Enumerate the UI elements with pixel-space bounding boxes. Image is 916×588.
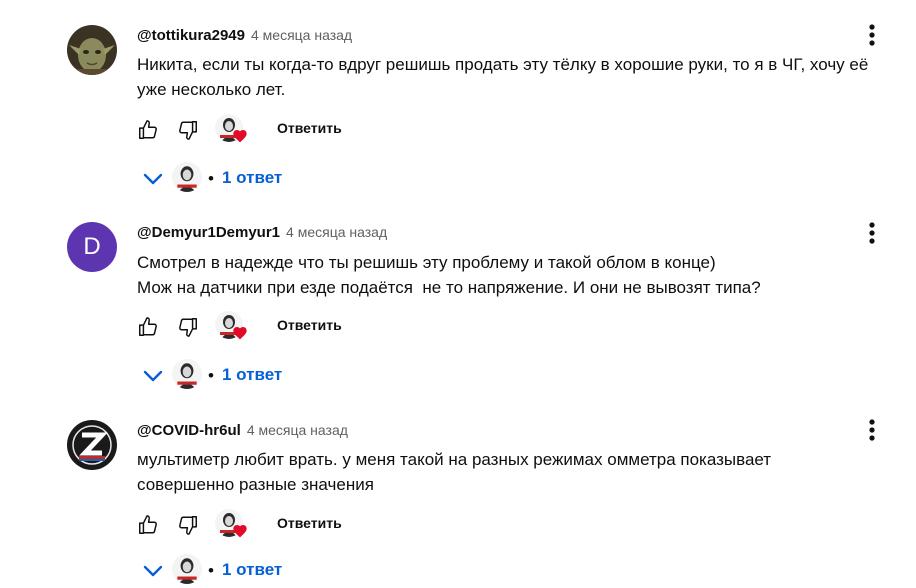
reply-button[interactable]: Ответить bbox=[277, 317, 342, 333]
author-name[interactable]: @Demyur1Demyur1 bbox=[137, 224, 280, 241]
more-actions-button[interactable] bbox=[859, 415, 885, 445]
thumb-up-icon[interactable] bbox=[137, 514, 159, 536]
comment-header: @COVID-hr6ul 4 месяца назад bbox=[137, 422, 348, 444]
more-actions-button[interactable] bbox=[859, 20, 885, 50]
creator-heart bbox=[215, 114, 249, 146]
more-actions-button[interactable] bbox=[859, 218, 885, 248]
replier-avatar bbox=[172, 359, 202, 389]
replies-count[interactable]: 1 ответ bbox=[222, 365, 282, 385]
replies-count[interactable]: 1 ответ bbox=[222, 560, 282, 580]
author-avatar[interactable] bbox=[67, 420, 117, 470]
z-logo-avatar-icon bbox=[67, 420, 117, 470]
comment-time[interactable]: 4 месяца назад bbox=[251, 27, 352, 43]
comment-text: Смотрел в надежде что ты решишь эту проб… bbox=[137, 253, 761, 297]
author-name[interactable]: @tottikura2949 bbox=[137, 27, 245, 44]
author-avatar[interactable]: D bbox=[67, 222, 117, 272]
creator-heart bbox=[215, 311, 249, 343]
reply-button[interactable]: Ответить bbox=[277, 515, 342, 531]
separator-dot: • bbox=[208, 169, 214, 188]
comment-text: Никита, если ты когда-то вдруг решишь пр… bbox=[137, 55, 869, 99]
replier-avatar bbox=[172, 554, 202, 584]
replier-avatar bbox=[172, 162, 202, 192]
creator-face-icon bbox=[172, 554, 202, 584]
comment-header: @Demyur1Demyur1 4 месяца назад bbox=[137, 224, 387, 246]
thumb-up-icon[interactable] bbox=[137, 119, 159, 141]
creator-heart bbox=[215, 509, 249, 541]
heart-icon bbox=[233, 525, 247, 538]
comment-header: @tottikura2949 4 месяца назад bbox=[137, 27, 352, 49]
author-avatar[interactable] bbox=[67, 25, 117, 75]
vertical-dots-icon bbox=[869, 24, 875, 46]
avatar-letter: D bbox=[83, 233, 101, 260]
thumb-down-icon[interactable] bbox=[177, 316, 199, 338]
comment-text: мультиметр любит врать. у меня такой на … bbox=[137, 450, 772, 494]
author-name[interactable]: @COVID-hr6ul bbox=[137, 422, 241, 439]
yoda-avatar-icon bbox=[67, 25, 117, 75]
reply-button[interactable]: Ответить bbox=[277, 120, 342, 136]
separator-dot: • bbox=[208, 561, 214, 580]
chevron-down-icon bbox=[143, 173, 163, 185]
thumb-down-icon[interactable] bbox=[177, 514, 199, 536]
creator-face-icon bbox=[172, 162, 202, 192]
vertical-dots-icon bbox=[869, 419, 875, 441]
separator-dot: • bbox=[208, 366, 214, 385]
chevron-down-icon bbox=[143, 565, 163, 577]
comment-time[interactable]: 4 месяца назад bbox=[286, 224, 387, 240]
comment-time[interactable]: 4 месяца назад bbox=[247, 422, 348, 438]
replies-count[interactable]: 1 ответ bbox=[222, 168, 282, 188]
thumb-up-icon[interactable] bbox=[137, 316, 159, 338]
creator-face-icon bbox=[172, 359, 202, 389]
vertical-dots-icon bbox=[869, 222, 875, 244]
heart-icon bbox=[233, 327, 247, 340]
chevron-down-icon bbox=[143, 370, 163, 382]
thumb-down-icon[interactable] bbox=[177, 119, 199, 141]
heart-icon bbox=[233, 130, 247, 143]
